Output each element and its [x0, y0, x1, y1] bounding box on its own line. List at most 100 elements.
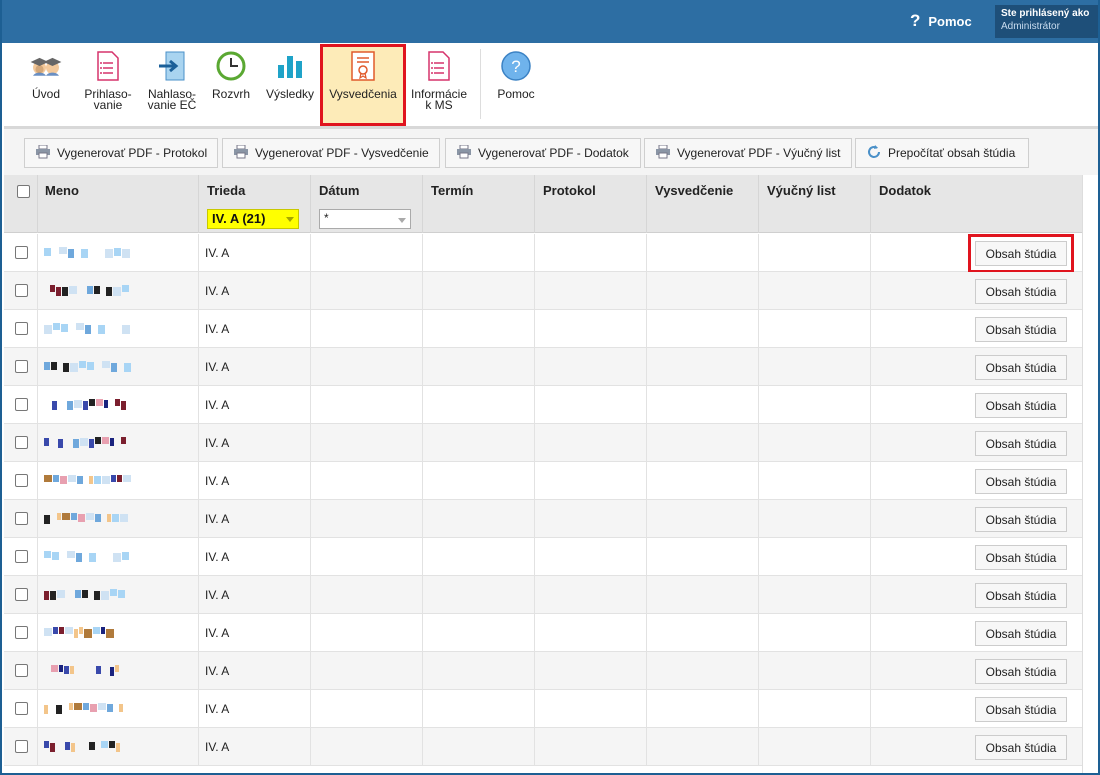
- row-checkbox[interactable]: [15, 626, 28, 639]
- column-divider: [198, 462, 199, 500]
- column-divider: [310, 728, 311, 766]
- row-checkbox[interactable]: [15, 246, 28, 259]
- row-checkbox[interactable]: [15, 702, 28, 715]
- arrow-into-icon: [155, 49, 189, 83]
- column-divider: [198, 348, 199, 386]
- column-divider: [422, 576, 423, 614]
- column-divider: [646, 576, 647, 614]
- obsah-studia-button[interactable]: Obsah štúdia: [975, 621, 1067, 646]
- column-divider: [758, 728, 759, 766]
- obsah-studia-button[interactable]: Obsah štúdia: [975, 583, 1067, 608]
- obsah-studia-button[interactable]: Obsah štúdia: [968, 234, 1074, 273]
- column-divider: [422, 614, 423, 652]
- class-filter-select[interactable]: IV. A (21): [207, 209, 299, 229]
- obsah-studia-button[interactable]: Obsah štúdia: [975, 317, 1067, 342]
- column-divider: [198, 386, 199, 424]
- header-termin[interactable]: Termín: [431, 183, 473, 198]
- obsah-studia-button[interactable]: Obsah štúdia: [975, 279, 1067, 304]
- printer-icon: [655, 144, 671, 162]
- nav-prihlasovanie[interactable]: Prihlaso- vanie: [82, 49, 134, 119]
- header-vysvedcenie[interactable]: Vysvedčenie: [655, 183, 733, 198]
- chevron-down-icon: [286, 217, 294, 222]
- obsah-studia-button[interactable]: Obsah štúdia: [975, 659, 1067, 684]
- select-all-checkbox[interactable]: [17, 185, 30, 198]
- table-row: IV. A Obsah štúdia: [4, 272, 1082, 310]
- obsah-studia-button[interactable]: Obsah štúdia: [975, 431, 1067, 456]
- obsah-studia-button[interactable]: Obsah štúdia: [975, 545, 1067, 570]
- row-checkbox[interactable]: [15, 664, 28, 677]
- table-row: IV. A Obsah štúdia: [4, 614, 1082, 652]
- row-checkbox[interactable]: [15, 550, 28, 563]
- header-trieda[interactable]: Trieda: [207, 183, 245, 198]
- table-header: Meno Trieda Dátum Termín Protokol Vysved…: [4, 175, 1082, 233]
- generate-dodatok-button[interactable]: Vygenerovať PDF - Dodatok: [445, 138, 641, 168]
- nav-vysledky[interactable]: Výsledky: [264, 49, 316, 119]
- student-name-redacted: [44, 627, 134, 638]
- nav-nahlasovanie[interactable]: Nahlaso- vanie EČ: [144, 49, 200, 119]
- column-divider: [422, 728, 423, 766]
- column-divider: [37, 175, 38, 233]
- header-meno[interactable]: Meno: [45, 183, 79, 198]
- table-body: IV. A Obsah štúdia IV. A Obsah štúdia IV. A O…: [4, 234, 1082, 766]
- header-vyucny-list[interactable]: Výučný list: [767, 183, 836, 198]
- column-divider: [310, 310, 311, 348]
- column-divider: [422, 462, 423, 500]
- nav-informacie-ms[interactable]: Informácie k MS: [406, 49, 472, 119]
- student-name-redacted: [44, 741, 134, 752]
- column-divider: [534, 348, 535, 386]
- obsah-studia-button[interactable]: Obsah štúdia: [975, 735, 1067, 760]
- nav-uvod[interactable]: Úvod: [20, 49, 72, 119]
- column-divider: [310, 500, 311, 538]
- column-divider: [646, 690, 647, 728]
- row-checkbox[interactable]: [15, 474, 28, 487]
- obsah-studia-button[interactable]: Obsah štúdia: [975, 355, 1067, 380]
- generate-protokol-button[interactable]: Vygenerovať PDF - Protokol: [24, 138, 218, 168]
- refresh-icon: [866, 144, 882, 163]
- obsah-studia-button[interactable]: Obsah štúdia: [975, 697, 1067, 722]
- column-divider: [198, 652, 199, 690]
- header-datum[interactable]: Dátum: [319, 183, 359, 198]
- help-link[interactable]: ? Pomoc: [910, 11, 972, 31]
- column-divider: [422, 272, 423, 310]
- row-checkbox[interactable]: [15, 436, 28, 449]
- header-protokol[interactable]: Protokol: [543, 183, 596, 198]
- nav-vysvedcenia[interactable]: Vysvedčenia: [320, 44, 406, 126]
- column-divider: [534, 234, 535, 272]
- column-divider: [646, 652, 647, 690]
- nav-pomoc[interactable]: ? Pomoc: [490, 49, 542, 119]
- row-checkbox[interactable]: [15, 322, 28, 335]
- student-name-redacted: [44, 323, 134, 334]
- button-label: Vygenerovať PDF - Protokol: [57, 146, 208, 160]
- column-divider: [422, 310, 423, 348]
- column-divider: [310, 462, 311, 500]
- generate-vyucny-list-button[interactable]: Vygenerovať PDF - Výučný list: [644, 138, 852, 168]
- form-icon: [91, 49, 125, 83]
- recalculate-button[interactable]: Prepočítať obsah štúdia: [855, 138, 1029, 168]
- row-checkbox[interactable]: [15, 398, 28, 411]
- row-checkbox[interactable]: [15, 360, 28, 373]
- row-checkbox[interactable]: [15, 512, 28, 525]
- nav-rozvrh[interactable]: Rozvrh: [208, 49, 254, 119]
- column-divider: [310, 690, 311, 728]
- row-checkbox[interactable]: [15, 740, 28, 753]
- column-divider: [534, 462, 535, 500]
- generate-vysvedcenie-button[interactable]: Vygenerovať PDF - Vysvedčenie: [222, 138, 440, 168]
- user-info[interactable]: Ste prihlásený ako Administrátor: [995, 5, 1098, 38]
- table-row: IV. A Obsah štúdia: [4, 310, 1082, 348]
- row-checkbox[interactable]: [15, 588, 28, 601]
- obsah-studia-button[interactable]: Obsah štúdia: [975, 393, 1067, 418]
- column-divider: [198, 728, 199, 766]
- obsah-studia-button[interactable]: Obsah štúdia: [975, 507, 1067, 532]
- header-dodatok[interactable]: Dodatok: [879, 183, 931, 198]
- row-class: IV. A: [205, 626, 230, 640]
- scrollbar[interactable]: [1082, 175, 1098, 773]
- ribbon-nav: Úvod Prihlaso- vanie Nahlaso- vanie EČ R…: [4, 43, 1098, 129]
- student-name-redacted: [44, 475, 134, 485]
- table-row: IV. A Obsah štúdia: [4, 690, 1082, 728]
- column-divider: [37, 386, 38, 424]
- column-divider: [870, 576, 871, 614]
- obsah-studia-button[interactable]: Obsah štúdia: [975, 469, 1067, 494]
- column-divider: [534, 424, 535, 462]
- row-checkbox[interactable]: [15, 284, 28, 297]
- date-filter-select[interactable]: *: [319, 209, 411, 229]
